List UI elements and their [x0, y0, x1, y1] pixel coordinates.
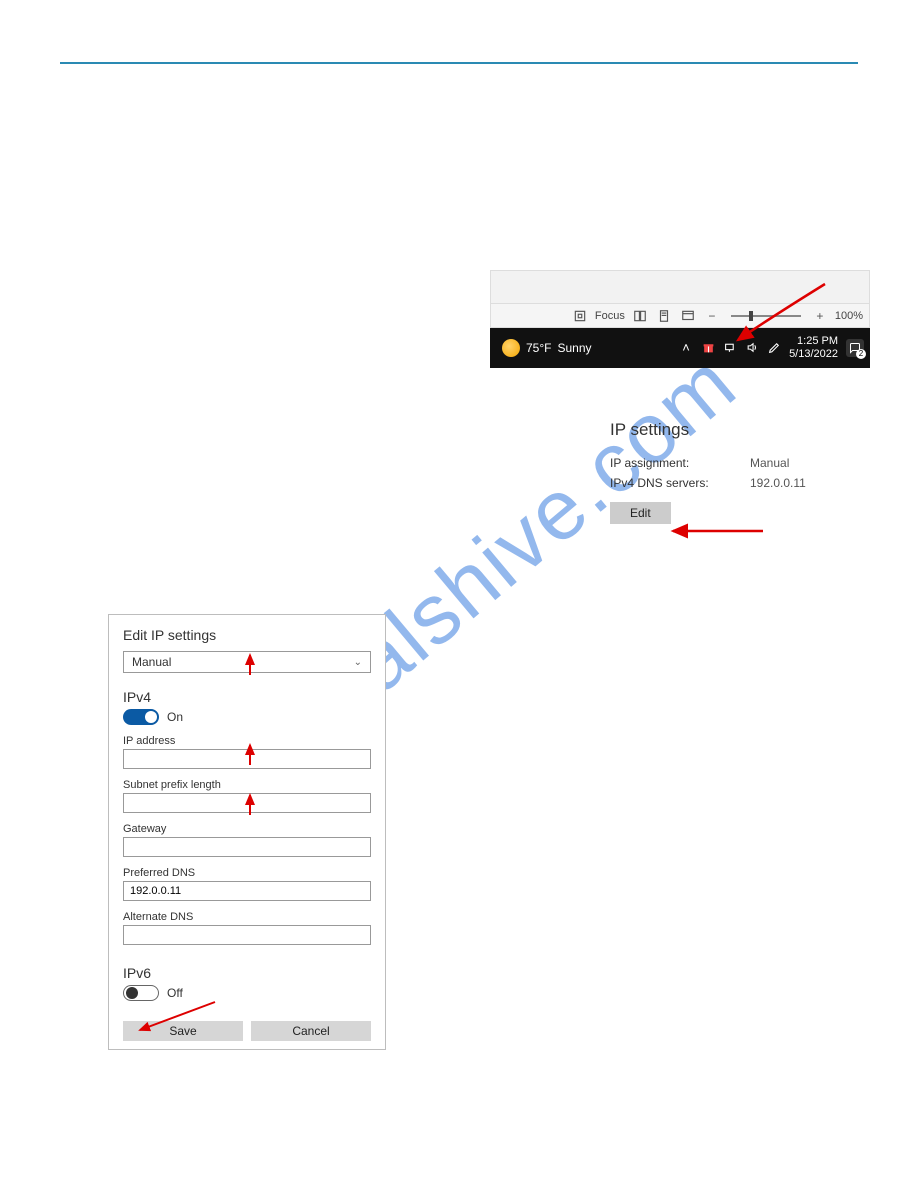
focus-icon	[571, 307, 589, 325]
zoom-in-icon: +	[811, 307, 829, 325]
notifications-icon[interactable]	[846, 339, 864, 357]
zoom-out-icon: −	[703, 307, 721, 325]
ipv4-toggle[interactable]	[123, 709, 159, 725]
sun-icon	[502, 339, 520, 357]
preferred-dns-input[interactable]	[123, 881, 371, 901]
save-button[interactable]: Save	[123, 1021, 243, 1041]
ip-settings-panel: IP settings IP assignment: Manual IPv4 D…	[610, 420, 870, 524]
ipv6-toggle-label: Off	[167, 986, 183, 1000]
focus-label: Focus	[595, 310, 625, 322]
ipv6-section-title: IPv6	[123, 965, 371, 981]
taskbar-time: 1:25 PM	[789, 335, 838, 348]
taskbar-screenshot: Focus − + 100% 75°F Sunny	[490, 270, 870, 368]
subnet-label: Subnet prefix length	[123, 779, 371, 791]
gateway-input[interactable]	[123, 837, 371, 857]
ip-address-label: IP address	[123, 735, 371, 747]
speaker-icon[interactable]	[745, 341, 759, 355]
edit-button[interactable]: Edit	[610, 502, 671, 524]
weather-condition: Sunny	[557, 341, 591, 355]
header-rule	[60, 62, 858, 64]
ipv4-toggle-label: On	[167, 710, 183, 724]
arrow-annotation	[668, 522, 768, 542]
cancel-button[interactable]: Cancel	[251, 1021, 371, 1041]
weather-temp: 75°F	[526, 341, 551, 355]
gift-icon[interactable]	[701, 341, 715, 355]
ipv4-dns-value: 192.0.0.11	[750, 476, 806, 490]
ip-assignment-value: Manual	[750, 456, 789, 470]
edit-ip-settings-dialog: Edit IP settings Manual ⌄ IPv4 On IP add…	[108, 614, 386, 1050]
network-icon[interactable]	[723, 341, 737, 355]
ip-mode-select[interactable]: Manual ⌄	[123, 651, 371, 673]
pen-icon[interactable]	[767, 341, 781, 355]
print-layout-icon	[655, 307, 673, 325]
ip-mode-value: Manual	[132, 655, 171, 669]
zoom-percentage: 100%	[835, 310, 863, 322]
ip-settings-title: IP settings	[610, 420, 870, 440]
subnet-input[interactable]	[123, 793, 371, 813]
ip-address-input[interactable]	[123, 749, 371, 769]
ipv6-toggle[interactable]	[123, 985, 159, 1001]
ipv4-dns-label: IPv4 DNS servers:	[610, 476, 750, 490]
chevron-down-icon: ⌄	[354, 657, 362, 668]
read-mode-icon	[631, 307, 649, 325]
preferred-dns-label: Preferred DNS	[123, 867, 371, 879]
taskbar-clock[interactable]: 1:25 PM 5/13/2022	[789, 335, 838, 361]
gateway-label: Gateway	[123, 823, 371, 835]
weather-widget[interactable]: 75°F Sunny	[496, 339, 592, 357]
alternate-dns-label: Alternate DNS	[123, 911, 371, 923]
alternate-dns-input[interactable]	[123, 925, 371, 945]
ip-assignment-label: IP assignment:	[610, 456, 750, 470]
taskbar-date: 5/13/2022	[789, 348, 838, 361]
zoom-slider[interactable]	[731, 315, 801, 317]
dialog-title: Edit IP settings	[123, 627, 371, 643]
ipv4-section-title: IPv4	[123, 689, 371, 705]
chevron-up-icon[interactable]: ˄	[679, 341, 693, 355]
web-layout-icon	[679, 307, 697, 325]
